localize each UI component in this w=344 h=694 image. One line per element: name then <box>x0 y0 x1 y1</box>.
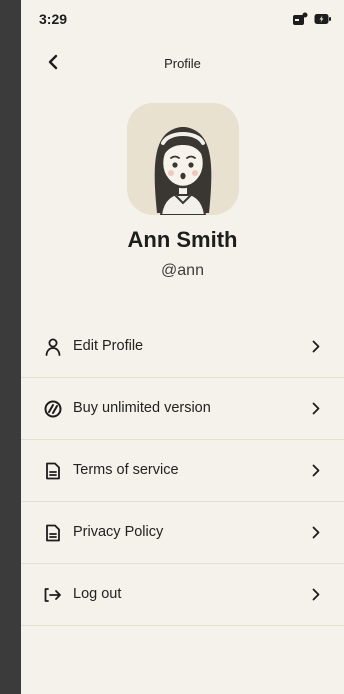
menu-item-terms-of-service[interactable]: Terms of service <box>21 440 344 502</box>
notification-icon <box>293 12 308 25</box>
battery-charging-icon <box>314 14 331 24</box>
menu-item-log-out[interactable]: Log out <box>21 564 344 626</box>
menu-item-buy-unlimited[interactable]: Buy unlimited version <box>21 378 344 440</box>
avatar-illustration <box>154 127 212 215</box>
badge-icon <box>43 399 63 419</box>
menu-item-privacy-policy[interactable]: Privacy Policy <box>21 502 344 564</box>
logout-icon <box>43 585 63 605</box>
chevron-right-icon <box>310 400 322 416</box>
page-title: Profile <box>164 56 201 71</box>
chevron-right-icon <box>310 338 322 354</box>
menu-item-label: Log out <box>73 586 122 602</box>
menu-item-label: Edit Profile <box>73 338 144 354</box>
chevron-right-icon <box>310 586 322 602</box>
user-icon <box>43 337 63 357</box>
status-bar: 3:29 <box>21 0 344 40</box>
menu-item-edit-profile[interactable]: Edit Profile <box>21 316 344 378</box>
left-strip <box>0 0 21 694</box>
document-icon <box>43 461 63 481</box>
avatar <box>127 103 239 215</box>
profile-menu: Edit Profile Buy unlimited version Terms… <box>21 316 344 626</box>
chevron-right-icon <box>310 462 322 478</box>
user-handle: @ann <box>161 262 204 279</box>
screen: 3:29 Profile Ann Smith @ann Edit Profile… <box>21 0 344 694</box>
menu-item-label: Terms of service <box>73 462 179 478</box>
document-icon <box>43 523 63 543</box>
menu-item-label: Privacy Policy <box>73 524 164 540</box>
nav-bar: Profile <box>21 44 344 84</box>
chevron-right-icon <box>310 524 322 540</box>
status-icons <box>292 12 332 26</box>
status-time: 3:29 <box>39 11 68 27</box>
user-name: Ann Smith <box>127 227 238 252</box>
menu-item-label: Buy unlimited version <box>73 400 211 416</box>
